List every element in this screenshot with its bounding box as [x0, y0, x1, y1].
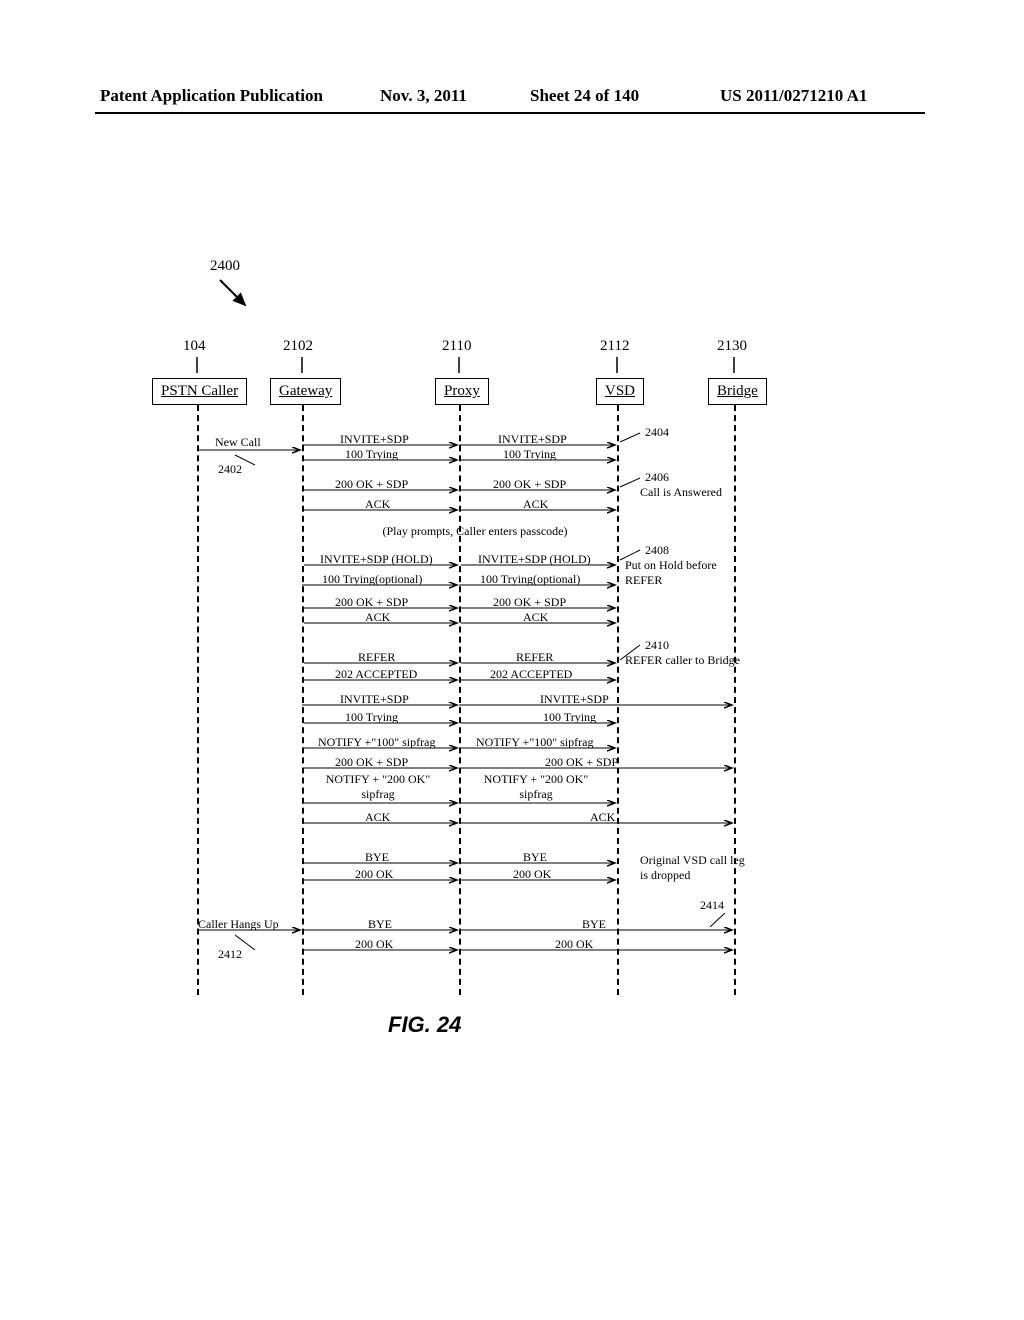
header-rule [95, 112, 925, 114]
msg: 200 OK + SDP [493, 595, 566, 610]
msg: 200 OK + SDP [493, 477, 566, 492]
msg: 100 Trying [543, 710, 596, 725]
node-label-bridge: Bridge [708, 378, 767, 405]
msg-caller-hangs: Caller Hangs Up [198, 917, 279, 932]
msg: NOTIFY + "200 OK" sipfrag [323, 772, 433, 802]
msg: ACK [523, 610, 548, 625]
node-number: 104 [183, 338, 206, 355]
msg: 200 OK + SDP [545, 755, 618, 770]
msg: 200 OK [555, 937, 593, 952]
ref-2404: 2404 [645, 425, 669, 440]
msg: NOTIFY +"100" sipfrag [476, 735, 593, 750]
msg: NOTIFY + "200 OK" sipfrag [481, 772, 591, 802]
msg: ACK [365, 497, 390, 512]
msg: ACK [365, 610, 390, 625]
msg: NOTIFY +"100" sipfrag [318, 735, 435, 750]
msg: 100 Trying(optional) [322, 572, 422, 587]
ref-2414: 2414 [700, 898, 724, 913]
msg: BYE [523, 850, 547, 865]
sequence-arrows [0, 405, 1024, 1005]
msg: 100 Trying [345, 447, 398, 462]
msg: ACK [523, 497, 548, 512]
note-prompts: (Play prompts, Caller enters passcode) [345, 524, 605, 539]
msg: INVITE+SDP (HOLD) [478, 552, 591, 567]
node-label-gateway: Gateway [270, 378, 341, 405]
msg: BYE [582, 917, 606, 932]
node-number: 2112 [600, 338, 629, 355]
ref-2408: 2408 [645, 543, 669, 558]
msg: INVITE+SDP (HOLD) [320, 552, 433, 567]
note-call-answered: Call is Answered [640, 485, 722, 500]
msg: INVITE+SDP [540, 692, 609, 707]
msg: INVITE+SDP [340, 432, 409, 447]
header-publication: Patent Application Publication [100, 86, 323, 106]
page: Patent Application Publication Nov. 3, 2… [0, 0, 1024, 1320]
ref-2402: 2402 [218, 462, 242, 477]
msg: INVITE+SDP [340, 692, 409, 707]
note-hold-before-refer: Put on Hold before REFER [625, 558, 740, 588]
ref-2406: 2406 [645, 470, 669, 485]
diagram-ref-number: 2400 [210, 258, 240, 275]
msg: REFER [516, 650, 553, 665]
pointer-arrow-icon [215, 275, 255, 315]
msg: BYE [365, 850, 389, 865]
note-vsd-dropped: Original VSD call leg is dropped [640, 853, 745, 883]
node-label-vsd: VSD [596, 378, 644, 405]
msg: 100 Trying(optional) [480, 572, 580, 587]
note-refer-bridge: REFER caller to Bridge [625, 653, 740, 668]
msg: 200 OK [355, 937, 393, 952]
tick-marks [150, 355, 800, 375]
msg: 100 Trying [503, 447, 556, 462]
msg: 200 OK + SDP [335, 755, 408, 770]
node-number: 2130 [717, 338, 747, 355]
node-label-pstn: PSTN Caller [152, 378, 247, 405]
node-number: 2102 [283, 338, 313, 355]
msg: INVITE+SDP [498, 432, 567, 447]
node-number: 2110 [442, 338, 471, 355]
msg: BYE [368, 917, 392, 932]
msg: 200 OK + SDP [335, 477, 408, 492]
node-label-proxy: Proxy [435, 378, 489, 405]
header-sheet: Sheet 24 of 140 [530, 86, 639, 106]
msg: 200 OK [355, 867, 393, 882]
header-doc-number: US 2011/0271210 A1 [720, 86, 867, 106]
msg: 200 OK [513, 867, 551, 882]
msg: 100 Trying [345, 710, 398, 725]
figure-caption: FIG. 24 [388, 1012, 461, 1038]
header-date: Nov. 3, 2011 [380, 86, 467, 106]
msg: 202 ACCEPTED [335, 667, 417, 682]
ref-2412: 2412 [218, 947, 242, 962]
msg: ACK [365, 810, 390, 825]
msg: REFER [358, 650, 395, 665]
msg: 202 ACCEPTED [490, 667, 572, 682]
msg: 200 OK + SDP [335, 595, 408, 610]
msg: ACK [590, 810, 615, 825]
ref-2410: 2410 [645, 638, 669, 653]
msg-new-call: New Call [215, 435, 261, 450]
